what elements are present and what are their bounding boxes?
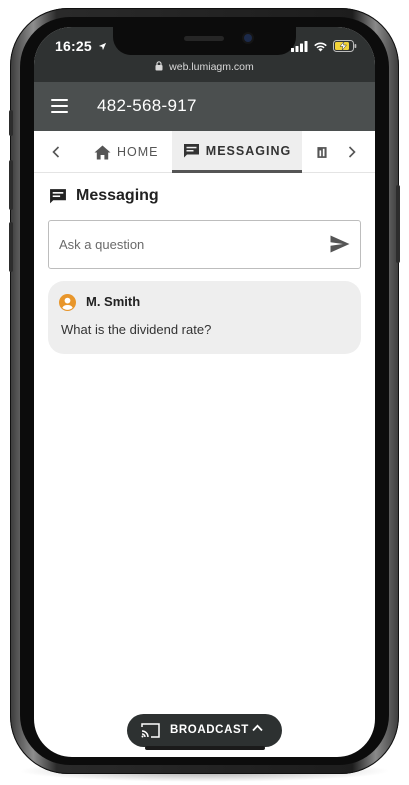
bar-chart-icon bbox=[317, 146, 327, 158]
meeting-id: 482-568-917 bbox=[97, 96, 197, 115]
cast-icon bbox=[141, 723, 160, 738]
status-time: 16:25 bbox=[55, 38, 107, 54]
chevron-left-icon bbox=[52, 146, 60, 158]
chat-icon bbox=[50, 188, 66, 203]
front-camera bbox=[244, 34, 252, 42]
volume-down-button bbox=[9, 222, 13, 272]
message-card: M. Smith What is the dividend rate? bbox=[48, 281, 361, 354]
home-icon bbox=[94, 145, 111, 159]
user-avatar-icon bbox=[59, 294, 76, 311]
tab-scroll-left-button[interactable] bbox=[47, 142, 65, 162]
wifi-icon bbox=[314, 41, 327, 51]
menu-icon[interactable] bbox=[51, 99, 68, 113]
earpiece-speaker bbox=[184, 36, 224, 41]
app-header: 482-568-917 bbox=[34, 82, 375, 131]
status-icons bbox=[291, 40, 357, 52]
send-button[interactable] bbox=[330, 235, 350, 255]
volume-up-button bbox=[9, 160, 13, 210]
url-text: web.lumiagm.com bbox=[169, 61, 254, 73]
power-button bbox=[396, 185, 400, 263]
messaging-title-text: Messaging bbox=[76, 187, 159, 204]
ask-question-box bbox=[48, 220, 361, 269]
status-time-text: 16:25 bbox=[55, 38, 92, 54]
messaging-section-title: Messaging bbox=[49, 187, 159, 205]
tab-next-partial[interactable] bbox=[317, 131, 333, 173]
tab-bar: HOME MESSAGING bbox=[34, 131, 375, 173]
tab-scroll-right-button[interactable] bbox=[343, 142, 361, 162]
screenshot-stage: 16:25 web.lumiagm.com 482-568-917 HOME M… bbox=[0, 0, 409, 785]
signal-icon bbox=[291, 40, 308, 52]
location-arrow-icon bbox=[98, 42, 107, 51]
send-icon bbox=[330, 235, 350, 253]
battery-charging-icon bbox=[333, 40, 357, 52]
tab-home-label: HOME bbox=[117, 145, 159, 159]
address-bar[interactable]: web.lumiagm.com bbox=[34, 61, 375, 73]
mute-switch bbox=[9, 110, 13, 136]
message-text: What is the dividend rate? bbox=[61, 322, 212, 337]
broadcast-button[interactable]: BROADCAST bbox=[127, 714, 282, 747]
tab-messaging[interactable]: MESSAGING bbox=[172, 131, 302, 173]
chat-icon bbox=[183, 143, 199, 157]
message-author: M. Smith bbox=[86, 294, 141, 309]
home-indicator bbox=[145, 746, 265, 750]
lock-icon bbox=[155, 61, 163, 71]
ask-question-input[interactable] bbox=[59, 221, 319, 268]
tab-messaging-label: MESSAGING bbox=[205, 143, 292, 158]
tab-home[interactable]: HOME bbox=[94, 131, 172, 173]
broadcast-label: BROADCAST bbox=[170, 724, 249, 736]
camera-notch bbox=[113, 27, 296, 55]
chevron-up-icon bbox=[252, 724, 263, 732]
phone-screen: 16:25 web.lumiagm.com 482-568-917 HOME M… bbox=[34, 27, 375, 757]
browser-status-area: 16:25 web.lumiagm.com bbox=[34, 27, 375, 82]
chevron-right-icon bbox=[348, 146, 356, 158]
